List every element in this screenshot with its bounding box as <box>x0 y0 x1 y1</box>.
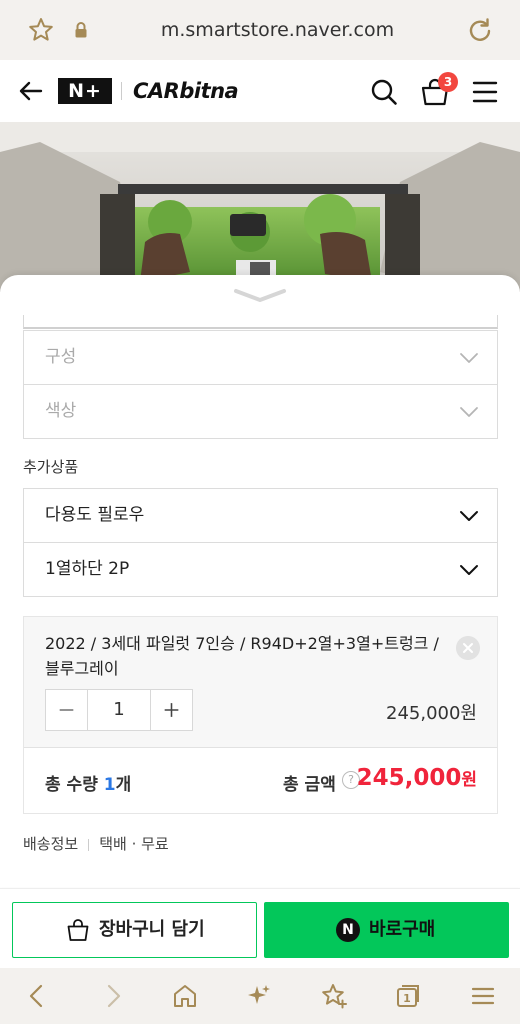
total-amount: 245,000원 <box>357 765 477 791</box>
tabs-icon[interactable]: 1 <box>394 982 422 1010</box>
addon-select-pillow[interactable]: 다용도 필로우 <box>23 488 498 543</box>
store-header: N+ CARbitna 3 <box>0 60 520 122</box>
reload-icon[interactable] <box>466 16 494 44</box>
addon-section-label: 추가상품 <box>23 458 79 476</box>
minus-icon[interactable] <box>46 690 88 730</box>
addon-label: 다용도 필로우 <box>45 505 145 525</box>
browser-menu-icon[interactable] <box>469 982 497 1010</box>
selected-item-name: 2022 / 3세대 파일럿 7인승 / R94D+2열+3열+트렁크 / 블루… <box>45 634 439 678</box>
svg-text:1: 1 <box>403 992 411 1005</box>
bag-icon <box>67 919 89 941</box>
browser-back-icon[interactable] <box>23 982 51 1010</box>
option-label: 색상 <box>45 401 77 421</box>
quantity-stepper: 1 <box>45 689 193 731</box>
option-sheet: 구성 색상 추가상품 다용도 필로우 1열하단 2P 2022 / 3세대 파일… <box>0 275 520 887</box>
shipping-separator <box>88 838 90 851</box>
selected-item-card: 2022 / 3세대 파일럿 7인승 / R94D+2열+3열+트렁크 / 블루… <box>23 616 498 814</box>
quantity-value[interactable]: 1 <box>88 690 150 730</box>
total-amount-unit: 원 <box>461 770 477 790</box>
addon-label: 1열하단 2P <box>45 559 130 579</box>
buy-now-button[interactable]: N 바로구매 <box>264 902 509 958</box>
add-to-cart-label: 장바구니 담기 <box>99 919 205 940</box>
star-icon[interactable] <box>27 16 55 44</box>
browser-forward-icon[interactable] <box>99 982 127 1010</box>
cart-count-badge: 3 <box>438 72 458 92</box>
chevron-down-icon <box>460 407 478 417</box>
total-amount-label: 총 금액 <box>283 775 336 795</box>
option-select-composition[interactable]: 구성 <box>23 330 498 385</box>
chevron-down-icon <box>460 565 478 575</box>
collapse-handle-icon[interactable] <box>233 285 287 305</box>
logo-divider <box>121 82 122 100</box>
total-quantity-unit: 개 <box>115 775 132 795</box>
search-icon[interactable] <box>370 78 398 106</box>
chevron-down-icon <box>460 511 478 521</box>
addon-select-first-row[interactable]: 1열하단 2P <box>23 542 498 597</box>
previous-option-box <box>23 315 498 329</box>
totals-row: 총 수량 1개 총 금액 ? 245,000원 <box>24 748 497 813</box>
nplus-logo[interactable]: N+ <box>58 78 112 104</box>
store-logo[interactable]: CARbitna <box>133 77 239 105</box>
shipping-info: 배송정보 택배 · 무료 <box>23 833 169 854</box>
add-to-cart-button[interactable]: 장바구니 담기 <box>12 902 257 958</box>
item-price: 245,000원 <box>386 703 477 724</box>
home-icon[interactable] <box>171 982 199 1010</box>
bookmark-star-icon[interactable] <box>320 982 348 1010</box>
close-icon[interactable] <box>456 636 480 660</box>
option-select-color[interactable]: 색상 <box>23 384 498 439</box>
lock-icon <box>75 22 87 38</box>
total-quantity: 총 수량 1개 <box>45 770 131 795</box>
product-photo <box>0 122 520 292</box>
shipping-label: 배송정보 <box>23 835 79 853</box>
url-text[interactable]: m.smartstore.naver.com <box>100 0 455 60</box>
shipping-value: 택배 · 무료 <box>99 835 169 853</box>
chevron-down-icon <box>460 353 478 363</box>
hamburger-menu-icon[interactable] <box>472 80 498 104</box>
total-amount-value: 245,000 <box>356 765 462 791</box>
naver-pay-logo: N <box>336 918 360 942</box>
browser-url-bar: m.smartstore.naver.com <box>0 0 520 60</box>
total-quantity-value: 1 <box>103 775 116 795</box>
browser-bottom-nav: 1 <box>0 968 520 1024</box>
purchase-action-bar: 장바구니 담기 N 바로구매 <box>0 888 520 968</box>
back-arrow-icon[interactable] <box>18 78 44 104</box>
sparkle-icon[interactable] <box>245 982 273 1010</box>
plus-icon[interactable] <box>150 690 192 730</box>
option-label: 구성 <box>45 347 77 367</box>
buy-now-label: 바로구매 <box>369 919 436 940</box>
total-quantity-label: 총 수량 <box>45 775 98 795</box>
